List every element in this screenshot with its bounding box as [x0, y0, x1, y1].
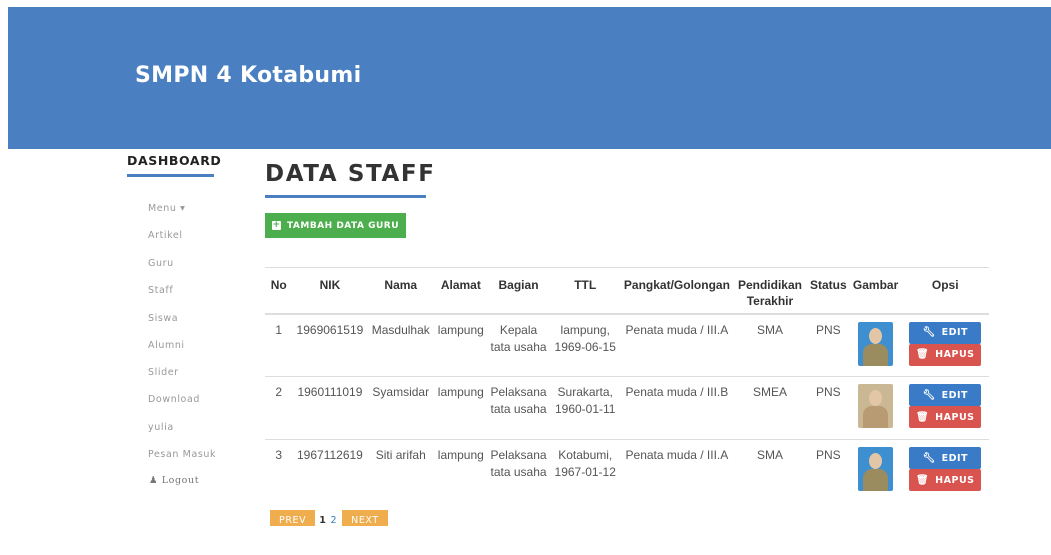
col-opsi: Opsi	[901, 267, 989, 315]
sidebar-item-menu[interactable]: Menu ▾	[148, 203, 185, 214]
table-row: 2 1960111019 Syamsidar lampung Pelaksana…	[265, 376, 989, 440]
pagination: PREV 1 2 NEXT	[270, 510, 388, 526]
cell-status: PNS	[807, 376, 850, 440]
cell-gambar	[849, 439, 902, 503]
cell-pangkat: Penata muda / III.A	[620, 439, 733, 503]
cell-nama: Syamsidar	[367, 376, 435, 440]
edit-button[interactable]: 🔧︎ EDIT	[909, 447, 982, 469]
cell-opsi: 🔧︎ EDIT 🗑︎ HAPUS	[901, 439, 989, 503]
sidebar-item-siswa[interactable]: Siswa	[148, 313, 178, 324]
col-status: Status	[807, 267, 850, 315]
trash-icon: 🗑︎	[915, 474, 930, 486]
col-pendidikan: Pendidikan Terakhir	[732, 267, 807, 315]
delete-button[interactable]: 🗑︎ HAPUS	[909, 469, 982, 491]
col-bagian: Bagian	[487, 267, 550, 315]
col-nama: Nama	[367, 267, 435, 315]
cell-ttl: Surakarta, 1960-01-11	[549, 376, 621, 440]
sidebar-heading: DASHBOARD	[127, 153, 222, 168]
sidebar-item-pesan-masuk[interactable]: Pesan Masuk	[148, 449, 216, 460]
cell-status: PNS	[807, 439, 850, 503]
user-icon: ♟	[149, 475, 159, 486]
delete-label: HAPUS	[935, 474, 975, 486]
col-nik: NIK	[292, 267, 368, 315]
col-alamat: Alamat	[434, 267, 488, 315]
delete-label: HAPUS	[935, 349, 975, 360]
page-1-link[interactable]: 1	[315, 510, 331, 526]
staff-photo	[858, 321, 894, 366]
cell-pendidikan: SMA	[732, 439, 807, 503]
sidebar-item-logout[interactable]: ♟ Logout	[149, 475, 199, 486]
sidebar-item-guru[interactable]: Guru	[148, 258, 174, 269]
cell-ttl: lampung, 1969-06-15	[549, 313, 621, 377]
delete-button[interactable]: 🗑︎ HAPUS	[909, 406, 982, 428]
table-header-row: No NIK Nama Alamat Bagian TTL Pangkat/Go…	[265, 267, 989, 315]
delete-button[interactable]: 🗑︎ HAPUS	[909, 343, 982, 366]
page-title: DATA STAFF	[265, 161, 436, 187]
col-no: No	[265, 267, 293, 315]
logout-label: Logout	[161, 475, 200, 486]
cell-pendidikan: SMA	[732, 313, 807, 377]
cell-bagian: Kepala tata usaha	[487, 313, 550, 377]
cell-alamat: lampung	[434, 313, 488, 377]
cell-nik: 1969061519	[292, 313, 368, 377]
sidebar-item-yulia[interactable]: yulia	[148, 422, 174, 433]
next-page-button[interactable]: NEXT	[342, 510, 388, 526]
add-staff-button-label: TAMBAH DATA GURU	[286, 220, 400, 231]
cell-pangkat: Penata muda / III.B	[620, 376, 733, 440]
cell-alamat: lampung	[434, 439, 488, 503]
cell-nama: Siti arifah	[367, 439, 435, 503]
edit-label: EDIT	[941, 389, 969, 401]
cell-gambar	[849, 376, 902, 440]
sidebar-item-artikel[interactable]: Artikel	[148, 230, 183, 241]
cell-opsi: 🔧︎ EDIT 🗑︎ HAPUS	[901, 313, 989, 377]
wrench-icon: 🔧︎	[922, 389, 936, 401]
staff-photo	[858, 384, 894, 428]
sidebar-item-alumni[interactable]: Alumni	[148, 340, 185, 351]
edit-button[interactable]: 🔧︎ EDIT	[909, 384, 982, 406]
site-header: SMPN 4 Kotabumi	[8, 7, 1051, 149]
site-title: SMPN 4 Kotabumi	[135, 63, 362, 88]
edit-label: EDIT	[941, 327, 969, 338]
table-row: 3 1967112619 Siti arifah lampung Pelaksa…	[265, 439, 989, 503]
cell-gambar	[849, 313, 902, 377]
cell-nik: 1967112619	[292, 439, 368, 503]
sidebar-item-slider[interactable]: Slider	[148, 367, 179, 378]
plus-icon: +	[271, 220, 281, 230]
add-staff-button[interactable]: + TAMBAH DATA GURU	[265, 213, 406, 238]
title-underline	[265, 195, 426, 198]
cell-nama: Masdulhak	[367, 313, 435, 377]
col-pangkat: Pangkat/Golongan	[620, 267, 733, 315]
edit-label: EDIT	[941, 452, 969, 464]
cell-opsi: 🔧︎ EDIT 🗑︎ HAPUS	[901, 376, 989, 440]
cell-pangkat: Penata muda / III.A	[620, 313, 733, 377]
edit-button[interactable]: 🔧︎ EDIT	[909, 321, 982, 344]
wrench-icon: 🔧︎	[922, 327, 936, 338]
trash-icon: 🗑︎	[915, 411, 930, 423]
col-gambar: Gambar	[849, 267, 902, 315]
staff-photo	[858, 447, 894, 491]
cell-no: 3	[265, 439, 293, 503]
cell-pendidikan: SMEA	[732, 376, 807, 440]
cell-bagian: Pelaksana tata usaha	[487, 439, 550, 503]
cell-ttl: Kotabumi, 1967-01-12	[549, 439, 621, 503]
page-2-link[interactable]: 2	[330, 510, 343, 526]
staff-table: No NIK Nama Alamat Bagian TTL Pangkat/Go…	[265, 267, 989, 503]
wrench-icon: 🔧︎	[922, 452, 936, 464]
cell-alamat: lampung	[434, 376, 488, 440]
delete-label: HAPUS	[935, 411, 975, 423]
sidebar-item-download[interactable]: Download	[148, 394, 200, 405]
prev-page-button[interactable]: PREV	[270, 510, 316, 526]
cell-nik: 1960111019	[292, 376, 368, 440]
cell-no: 1	[265, 313, 293, 377]
sidebar-item-staff[interactable]: Staff	[148, 285, 173, 296]
cell-bagian: Pelaksana tata usaha	[487, 376, 550, 440]
trash-icon: 🗑︎	[915, 349, 930, 360]
sidebar-underline	[127, 174, 214, 177]
table-row: 1 1969061519 Masdulhak lampung Kepala ta…	[265, 313, 989, 377]
cell-status: PNS	[807, 313, 850, 377]
col-ttl: TTL	[549, 267, 621, 315]
cell-no: 2	[265, 376, 293, 440]
